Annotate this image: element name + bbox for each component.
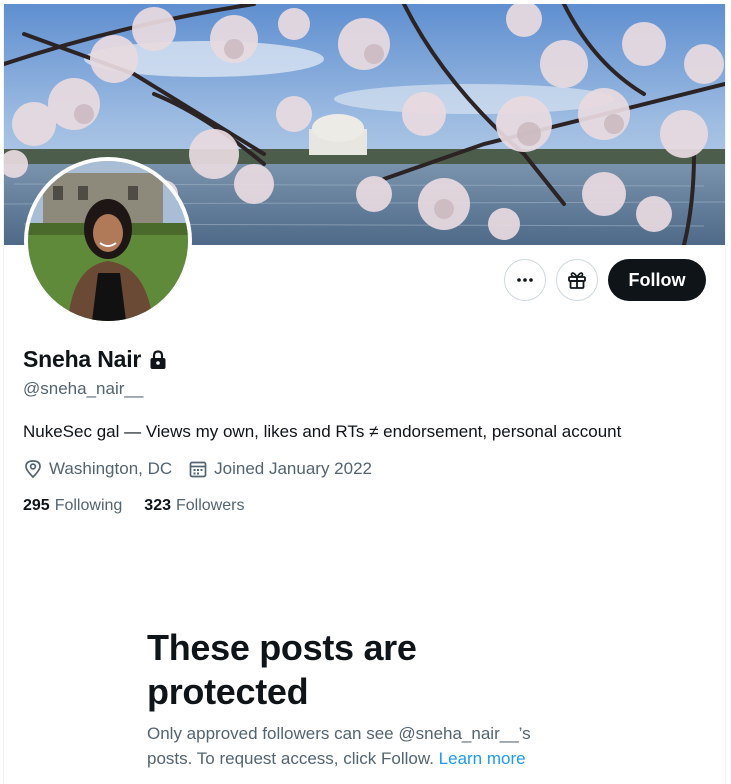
learn-more-link[interactable]: Learn more (439, 749, 526, 768)
location-text: Washington, DC (49, 459, 173, 478)
following-link[interactable]: 295 Following (23, 497, 122, 515)
gift-icon (568, 272, 586, 289)
follow-counts: 295 Following 323 Followers (23, 497, 244, 515)
location-pin-icon (25, 460, 41, 479)
protected-notice: These posts are protected Only approved … (147, 626, 577, 771)
avatar-ring (24, 157, 192, 325)
followers-count: 323 (144, 497, 171, 514)
follow-button[interactable]: Follow (608, 259, 706, 301)
user-handle: @sneha_nair__ (23, 379, 144, 398)
calendar-icon (189, 461, 207, 478)
following-count: 295 (23, 497, 50, 514)
followers-label: Followers (176, 497, 245, 514)
name-row: Sneha Nair (23, 346, 167, 373)
profile-meta: Washington, DC Joined January 2022 (23, 459, 372, 479)
avatar[interactable] (28, 161, 188, 321)
profile-page: Follow Sneha Nair @sneha_nair__ NukeSec … (3, 4, 726, 784)
following-label: Following (54, 497, 123, 514)
profile-actions: Follow (504, 259, 706, 301)
more-horizontal-icon (517, 278, 533, 282)
join-date: Joined January 2022 (188, 459, 372, 479)
gift-button[interactable] (556, 259, 598, 301)
protected-title: These posts are protected (147, 627, 417, 712)
lock-icon[interactable] (149, 349, 167, 370)
location: Washington, DC (23, 459, 172, 479)
join-date-text: Joined January 2022 (214, 459, 372, 478)
display-name: Sneha Nair (23, 346, 142, 372)
protected-description: Only approved followers can see @sneha_n… (147, 721, 577, 771)
avatar-photo (28, 161, 188, 321)
followers-link[interactable]: 323 Followers (144, 497, 244, 515)
more-button[interactable] (504, 259, 546, 301)
bio: NukeSec gal — Views my own, likes and RT… (23, 422, 622, 441)
